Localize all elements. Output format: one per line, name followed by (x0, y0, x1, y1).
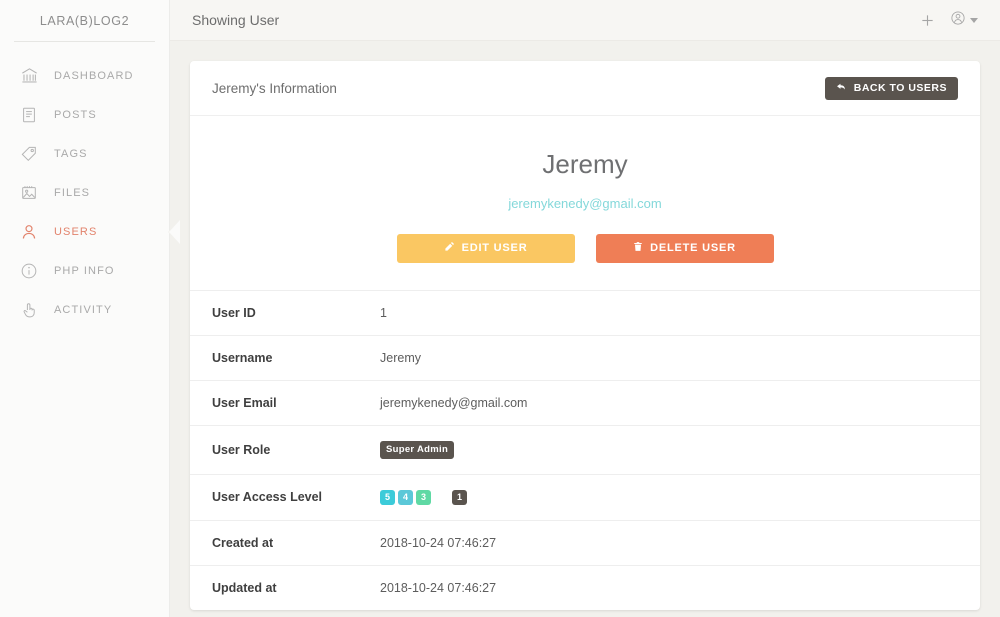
back-to-users-label: BACK TO USERS (854, 82, 947, 94)
detail-label: User Email (190, 380, 380, 425)
back-to-users-button[interactable]: BACK TO USERS (825, 77, 958, 100)
detail-value: jeremykenedy@gmail.com (380, 380, 980, 425)
table-row: Updated at2018-10-24 07:46:27 (190, 565, 980, 610)
image-icon (18, 182, 40, 204)
content-area: Jeremy's Information BACK TO USERS Jerem… (170, 41, 1000, 617)
topbar: Showing User (170, 0, 1000, 41)
table-row: UsernameJeremy (190, 335, 980, 380)
sidebar-item-posts[interactable]: POSTS (0, 95, 169, 134)
user-icon (18, 221, 40, 243)
table-row: User Access Level54321 (190, 474, 980, 520)
user-display-email: jeremykenedy@gmail.com (190, 196, 980, 211)
active-indicator-chevron-icon (168, 219, 180, 245)
delete-user-button[interactable]: DELETE USER (596, 234, 774, 263)
detail-value: 1 (380, 290, 980, 335)
user-circle-icon (951, 11, 965, 30)
card-title: Jeremy's Information (212, 81, 337, 96)
access-level-badge: 2 (434, 490, 449, 505)
access-level-badge: 1 (452, 490, 467, 505)
user-display-name: Jeremy (190, 150, 980, 179)
edit-user-label: EDIT USER (462, 242, 528, 254)
brand-title: LARA(B)LOG2 (0, 0, 169, 41)
topbar-actions (920, 11, 978, 30)
user-actions: EDIT USER DELETE USER (190, 234, 980, 290)
detail-label: Created at (190, 520, 380, 565)
document-icon (18, 104, 40, 126)
sidebar-item-users[interactable]: USERS (0, 212, 169, 251)
sidebar-item-label: USERS (54, 226, 97, 238)
table-row: User Emailjeremykenedy@gmail.com (190, 380, 980, 425)
card-header: Jeremy's Information BACK TO USERS (190, 61, 980, 116)
detail-value-role: Super Admin (380, 425, 980, 474)
pencil-icon (444, 241, 455, 255)
detail-value-access-levels: 54321 (380, 474, 980, 520)
info-circle-icon (18, 260, 40, 282)
sidebar-item-tags[interactable]: TAGS (0, 134, 169, 173)
sidebar-item-php-info[interactable]: PHP INFO (0, 251, 169, 290)
sidebar-item-activity[interactable]: ACTIVITY (0, 290, 169, 329)
sidebar-item-label: ACTIVITY (54, 304, 112, 316)
main-area: Showing User (170, 0, 1000, 617)
detail-label: User Access Level (190, 474, 380, 520)
sidebar-item-label: TAGS (54, 148, 88, 160)
delete-user-label: DELETE USER (650, 242, 736, 254)
card-body: Jeremy jeremykenedy@gmail.com EDIT USER (190, 116, 980, 610)
tag-icon (18, 143, 40, 165)
access-level-badge-group: 54321 (380, 490, 958, 505)
caret-down-icon (970, 18, 978, 23)
sidebar-item-files[interactable]: FILES (0, 173, 169, 212)
edit-user-button[interactable]: EDIT USER (397, 234, 575, 263)
table-row: User RoleSuper Admin (190, 425, 980, 474)
sidebar: LARA(B)LOG2 DASHBOARD POSTS TAGS FILES USERS… (0, 0, 170, 617)
table-row: Created at2018-10-24 07:46:27 (190, 520, 980, 565)
bank-icon (18, 65, 40, 87)
account-menu[interactable] (951, 11, 978, 30)
detail-label: User Role (190, 425, 380, 474)
access-level-badge: 5 (380, 490, 395, 505)
sidebar-item-label: POSTS (54, 109, 97, 121)
access-level-badge: 4 (398, 490, 413, 505)
sidebar-item-label: FILES (54, 187, 90, 199)
hand-pointer-icon (18, 299, 40, 321)
undo-arrow-icon (836, 83, 847, 94)
detail-label: Username (190, 335, 380, 380)
sidebar-nav: DASHBOARD POSTS TAGS FILES USERS PHP INFO ACTI… (0, 42, 169, 329)
detail-value: Jeremy (380, 335, 980, 380)
sidebar-item-label: PHP INFO (54, 265, 115, 277)
detail-value: 2018-10-24 07:46:27 (380, 520, 980, 565)
plus-icon[interactable] (920, 13, 935, 28)
page-title: Showing User (192, 12, 279, 28)
status-badge: Super Admin (380, 441, 454, 459)
app-root: LARA(B)LOG2 DASHBOARD POSTS TAGS FILES USERS… (0, 0, 1000, 617)
access-level-badge: 3 (416, 490, 431, 505)
detail-value: 2018-10-24 07:46:27 (380, 565, 980, 610)
detail-label: User ID (190, 290, 380, 335)
sidebar-item-label: DASHBOARD (54, 70, 134, 82)
detail-label: Updated at (190, 565, 380, 610)
trash-icon (633, 241, 643, 255)
user-details-table: User ID1UsernameJeremyUser Emailjeremyke… (190, 290, 980, 610)
sidebar-item-dashboard[interactable]: DASHBOARD (0, 56, 169, 95)
user-card: Jeremy's Information BACK TO USERS Jerem… (190, 61, 980, 610)
table-row: User ID1 (190, 290, 980, 335)
